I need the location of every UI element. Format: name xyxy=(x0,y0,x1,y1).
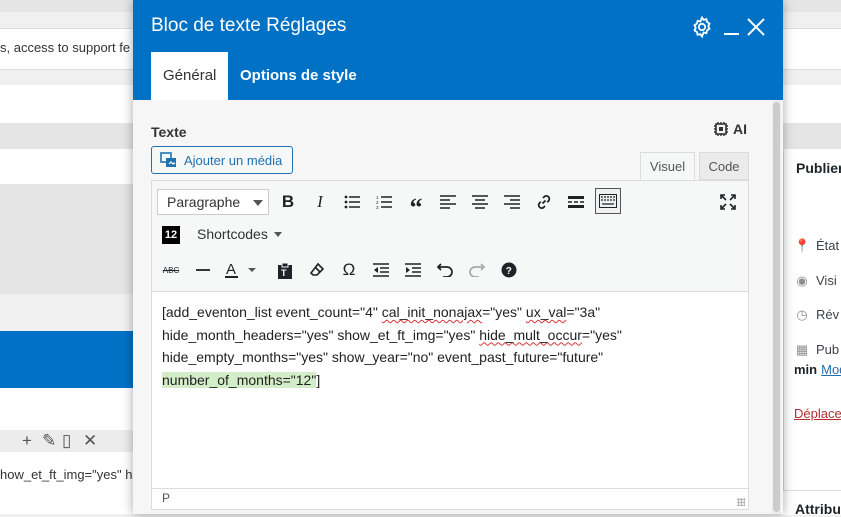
bg-notice-text: s, access to support fe xyxy=(0,40,131,55)
tab-code[interactable]: Code xyxy=(699,152,749,180)
indent-icon[interactable] xyxy=(400,257,426,283)
publish-min-row: minMod xyxy=(794,362,841,377)
content-text: hide_empty_months="yes" show_year="no" e… xyxy=(162,349,604,365)
tab-style-options[interactable]: Options de style xyxy=(228,52,369,100)
visibility-row: ◉ Visi xyxy=(794,273,837,289)
link-icon[interactable] xyxy=(531,189,557,215)
ai-label: AI xyxy=(733,121,747,137)
plus-icon[interactable]: + xyxy=(22,431,32,451)
redo-icon[interactable] xyxy=(464,257,490,283)
paste-as-text-icon[interactable]: T xyxy=(272,257,298,283)
svg-text:A: A xyxy=(226,261,236,278)
bg-row-tools: + ✎ ▯ ✕ xyxy=(0,430,133,452)
shortcodes-dropdown[interactable]: Shortcodes xyxy=(197,226,282,242)
resize-handle-icon[interactable] xyxy=(737,498,745,506)
eye-icon: ◉ xyxy=(796,273,808,288)
content-misspelled: ux_val xyxy=(525,304,567,320)
close-icon[interactable] xyxy=(744,15,768,39)
media-icon xyxy=(160,152,176,167)
visibility-label: Visi xyxy=(816,273,837,288)
text-color-icon[interactable]: A xyxy=(222,257,260,283)
tab-visual[interactable]: Visuel xyxy=(640,152,695,180)
tab-general[interactable]: Général xyxy=(151,52,229,100)
publish-panel: Publier 📍 État ◉ Visi ◷ Rév ▦ Pub minMod Dép… xyxy=(783,150,841,514)
content-misspelled: hide_mult_occur xyxy=(479,326,582,343)
add-media-button[interactable]: Ajouter un média xyxy=(151,146,293,174)
attributes-title: Attribu xyxy=(795,501,841,517)
clipboard-icon[interactable]: ▯ xyxy=(62,431,71,451)
align-right-icon[interactable] xyxy=(499,189,525,215)
shortcodes-label: Shortcodes xyxy=(197,226,268,242)
special-character-icon[interactable]: Ω xyxy=(336,257,362,283)
clock-icon: ◷ xyxy=(796,307,808,322)
close-icon[interactable]: ✕ xyxy=(83,431,97,451)
content-text: ] xyxy=(316,371,321,388)
content-text: hide_month_headers="yes" show_et_ft_img=… xyxy=(162,326,480,343)
minimize-icon[interactable] xyxy=(720,15,744,39)
paragraph-format-select[interactable]: Paragraphe xyxy=(157,189,269,215)
min-label: min xyxy=(794,362,818,377)
modal-header: Bloc de texte Réglages Général Options d… xyxy=(133,0,783,100)
modal-title: Bloc de texte Réglages xyxy=(151,15,347,36)
bullet-list-icon[interactable] xyxy=(339,189,365,215)
bold-icon[interactable]: B xyxy=(275,189,301,215)
editor-statusbar: P xyxy=(152,488,748,509)
content-misspelled: cal_init_nonajax xyxy=(381,304,483,320)
modal-scrollbar[interactable] xyxy=(772,100,781,514)
publish-date-row: ▦ Pub xyxy=(794,342,839,358)
add-media-label: Ajouter un média xyxy=(184,153,283,168)
clear-formatting-icon[interactable] xyxy=(304,257,330,283)
revisions-label: Rév xyxy=(816,307,840,322)
calendar-icon: ▦ xyxy=(795,342,809,357)
help-icon[interactable]: ? xyxy=(496,257,522,283)
gear-icon[interactable] xyxy=(690,15,714,39)
move-to-trash-link[interactable]: Déplace xyxy=(794,406,841,421)
content-text: [add_eventon_list event_count="4" xyxy=(162,304,382,320)
pin-icon: 📍 xyxy=(794,238,811,253)
status-row: 📍 État xyxy=(794,238,839,254)
content-highlighted: number_of_months="12" xyxy=(162,371,317,388)
status-label: État xyxy=(816,238,840,253)
italic-icon[interactable]: I xyxy=(307,189,333,215)
read-more-icon[interactable] xyxy=(563,189,589,215)
shortcodes-logo: 12 xyxy=(162,226,180,244)
editor-toolbar: Paragraphe B I 123 “ 12 Shortcodes ABC A… xyxy=(152,181,748,292)
content-text: ="3a" xyxy=(566,304,601,320)
ai-button[interactable]: AI xyxy=(713,121,747,137)
chevron-down-icon xyxy=(273,232,282,237)
paragraph-select-label: Paragraphe xyxy=(167,194,241,210)
pencil-icon[interactable]: ✎ xyxy=(42,431,56,451)
toolbar-toggle-icon[interactable] xyxy=(595,188,621,214)
chevron-down-icon xyxy=(253,200,263,206)
undo-icon[interactable] xyxy=(432,257,458,283)
content-text: ="yes" xyxy=(482,304,526,320)
editor-content[interactable]: [add_eventon_list event_count="4" cal_in… xyxy=(162,301,722,391)
numbered-list-icon[interactable]: 123 xyxy=(371,189,397,215)
strikethrough-icon[interactable]: ABC xyxy=(158,257,184,283)
bg-code-snippet: how_et_ft_img="yes" h xyxy=(0,467,133,482)
content-text: ="yes" xyxy=(581,326,622,343)
element-path[interactable]: P xyxy=(162,491,170,505)
scrollbar-thumb[interactable] xyxy=(773,102,780,512)
blockquote-icon[interactable]: “ xyxy=(403,189,429,222)
chip-icon xyxy=(714,122,728,136)
revisions-row: ◷ Rév xyxy=(794,307,839,323)
fullscreen-icon[interactable] xyxy=(715,189,741,215)
svg-text:3: 3 xyxy=(376,205,379,209)
align-left-icon[interactable] xyxy=(435,189,461,215)
svg-text:T: T xyxy=(281,268,287,278)
text-field-label: Texte xyxy=(151,124,187,140)
align-center-icon[interactable] xyxy=(467,189,493,215)
horizontal-line-icon[interactable] xyxy=(190,257,216,283)
wysiwyg-editor: Paragraphe B I 123 “ 12 Shortcodes ABC A… xyxy=(151,180,749,510)
modify-link[interactable]: Mod xyxy=(821,362,841,377)
publish-date-label: Pub xyxy=(816,342,840,357)
svg-text:?: ? xyxy=(506,266,512,277)
publish-title: Publier xyxy=(796,160,841,176)
attributes-panel: Attribu xyxy=(783,490,841,517)
text-block-settings-modal: Bloc de texte Réglages Général Options d… xyxy=(133,0,783,514)
outdent-icon[interactable] xyxy=(368,257,394,283)
